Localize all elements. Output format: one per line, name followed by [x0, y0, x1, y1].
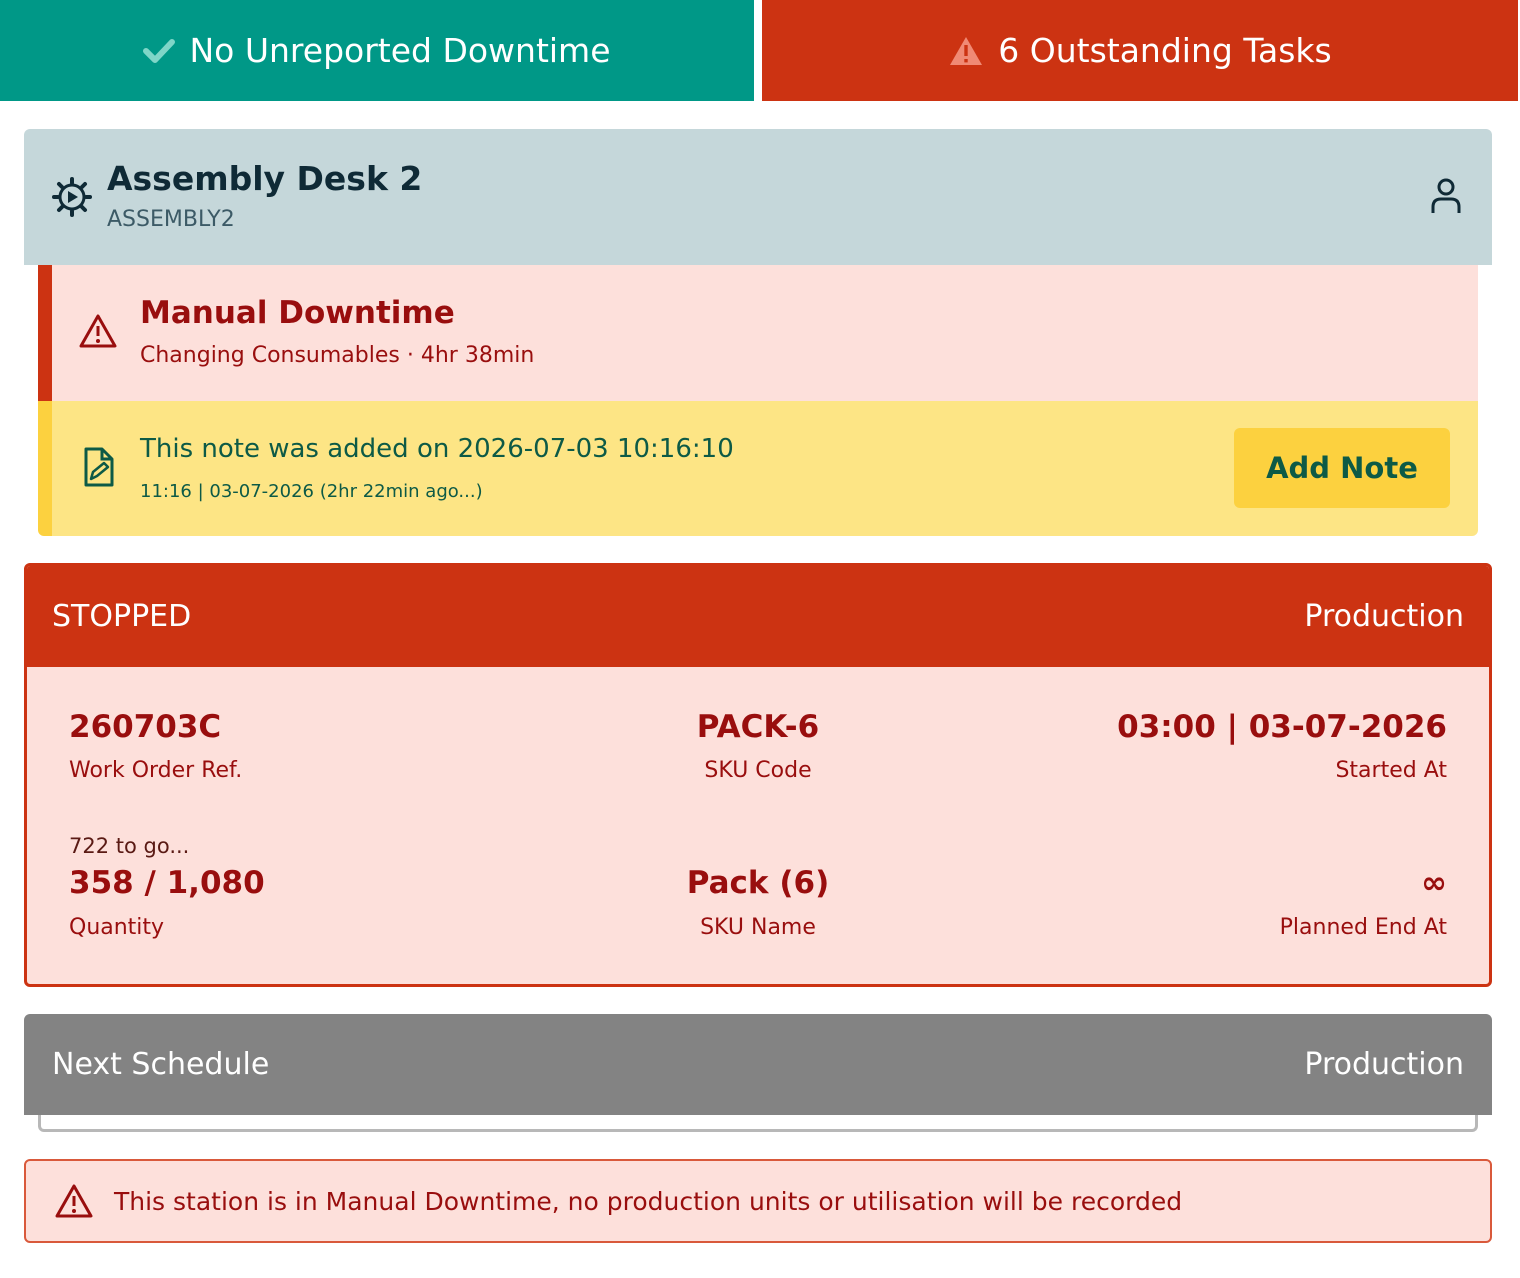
warning-triangle-icon	[54, 1183, 94, 1223]
order-type: Production	[1304, 599, 1464, 634]
sku-name-label: SKU Name	[700, 915, 816, 940]
next-schedule-type: Production	[1304, 1047, 1464, 1082]
order-details: 260703C Work Order Ref. PACK-6 SKU Code …	[27, 667, 1489, 984]
outstanding-tasks-label: 6 Outstanding Tasks	[998, 31, 1332, 70]
started-at-value: 03:00 | 03-07-2026	[1117, 709, 1447, 745]
unreported-downtime-banner[interactable]: No Unreported Downtime	[0, 0, 754, 101]
note-text: This note was added on 2026-07-03 10:16:…	[140, 434, 734, 464]
manual-downtime-alert: This station is in Manual Downtime, no p…	[24, 1159, 1492, 1243]
current-order-card: STOPPED Production 260703C Work Order Re…	[24, 563, 1492, 987]
unreported-downtime-label: No Unreported Downtime	[189, 31, 611, 70]
manual-downtime-panel[interactable]: Manual Downtime Changing Consumables · 4…	[38, 265, 1478, 401]
warning-triangle-icon	[78, 313, 118, 353]
downtime-title: Manual Downtime	[140, 295, 455, 331]
downtime-note-panel: This note was added on 2026-07-03 10:16:…	[38, 401, 1478, 536]
note-timestamp: 11:16 | 03-07-2026 (2hr 22min ago...)	[140, 481, 483, 502]
station-name: Assembly Desk 2	[107, 159, 423, 198]
add-note-button[interactable]: Add Note	[1234, 428, 1450, 508]
next-schedule-header[interactable]: Next Schedule Production	[24, 1014, 1492, 1115]
warning-triangle-icon	[948, 35, 984, 67]
station-header: Assembly Desk 2 ASSEMBLY2	[24, 129, 1492, 265]
order-header: STOPPED Production	[27, 566, 1489, 667]
order-status: STOPPED	[52, 599, 192, 634]
user-icon[interactable]	[1430, 177, 1462, 219]
sku-code-label: SKU Code	[704, 758, 812, 783]
planned-end-label: Planned End At	[1279, 915, 1447, 940]
next-schedule-title: Next Schedule	[52, 1047, 270, 1082]
alert-text: This station is in Manual Downtime, no p…	[114, 1187, 1183, 1216]
check-icon	[143, 38, 176, 64]
next-schedule-body	[38, 1115, 1478, 1132]
outstanding-tasks-banner[interactable]: 6 Outstanding Tasks	[762, 0, 1518, 101]
edit-document-icon	[80, 446, 116, 492]
quantity-remaining: 722 to go...	[69, 834, 190, 858]
downtime-reason: Changing Consumables · 4hr 38min	[140, 343, 535, 368]
station-code: ASSEMBLY2	[107, 207, 235, 232]
planned-end-value: ∞	[1421, 865, 1447, 901]
started-at-label: Started At	[1335, 758, 1447, 783]
gear-play-icon	[52, 177, 92, 221]
sku-name-value: Pack (6)	[686, 865, 830, 901]
